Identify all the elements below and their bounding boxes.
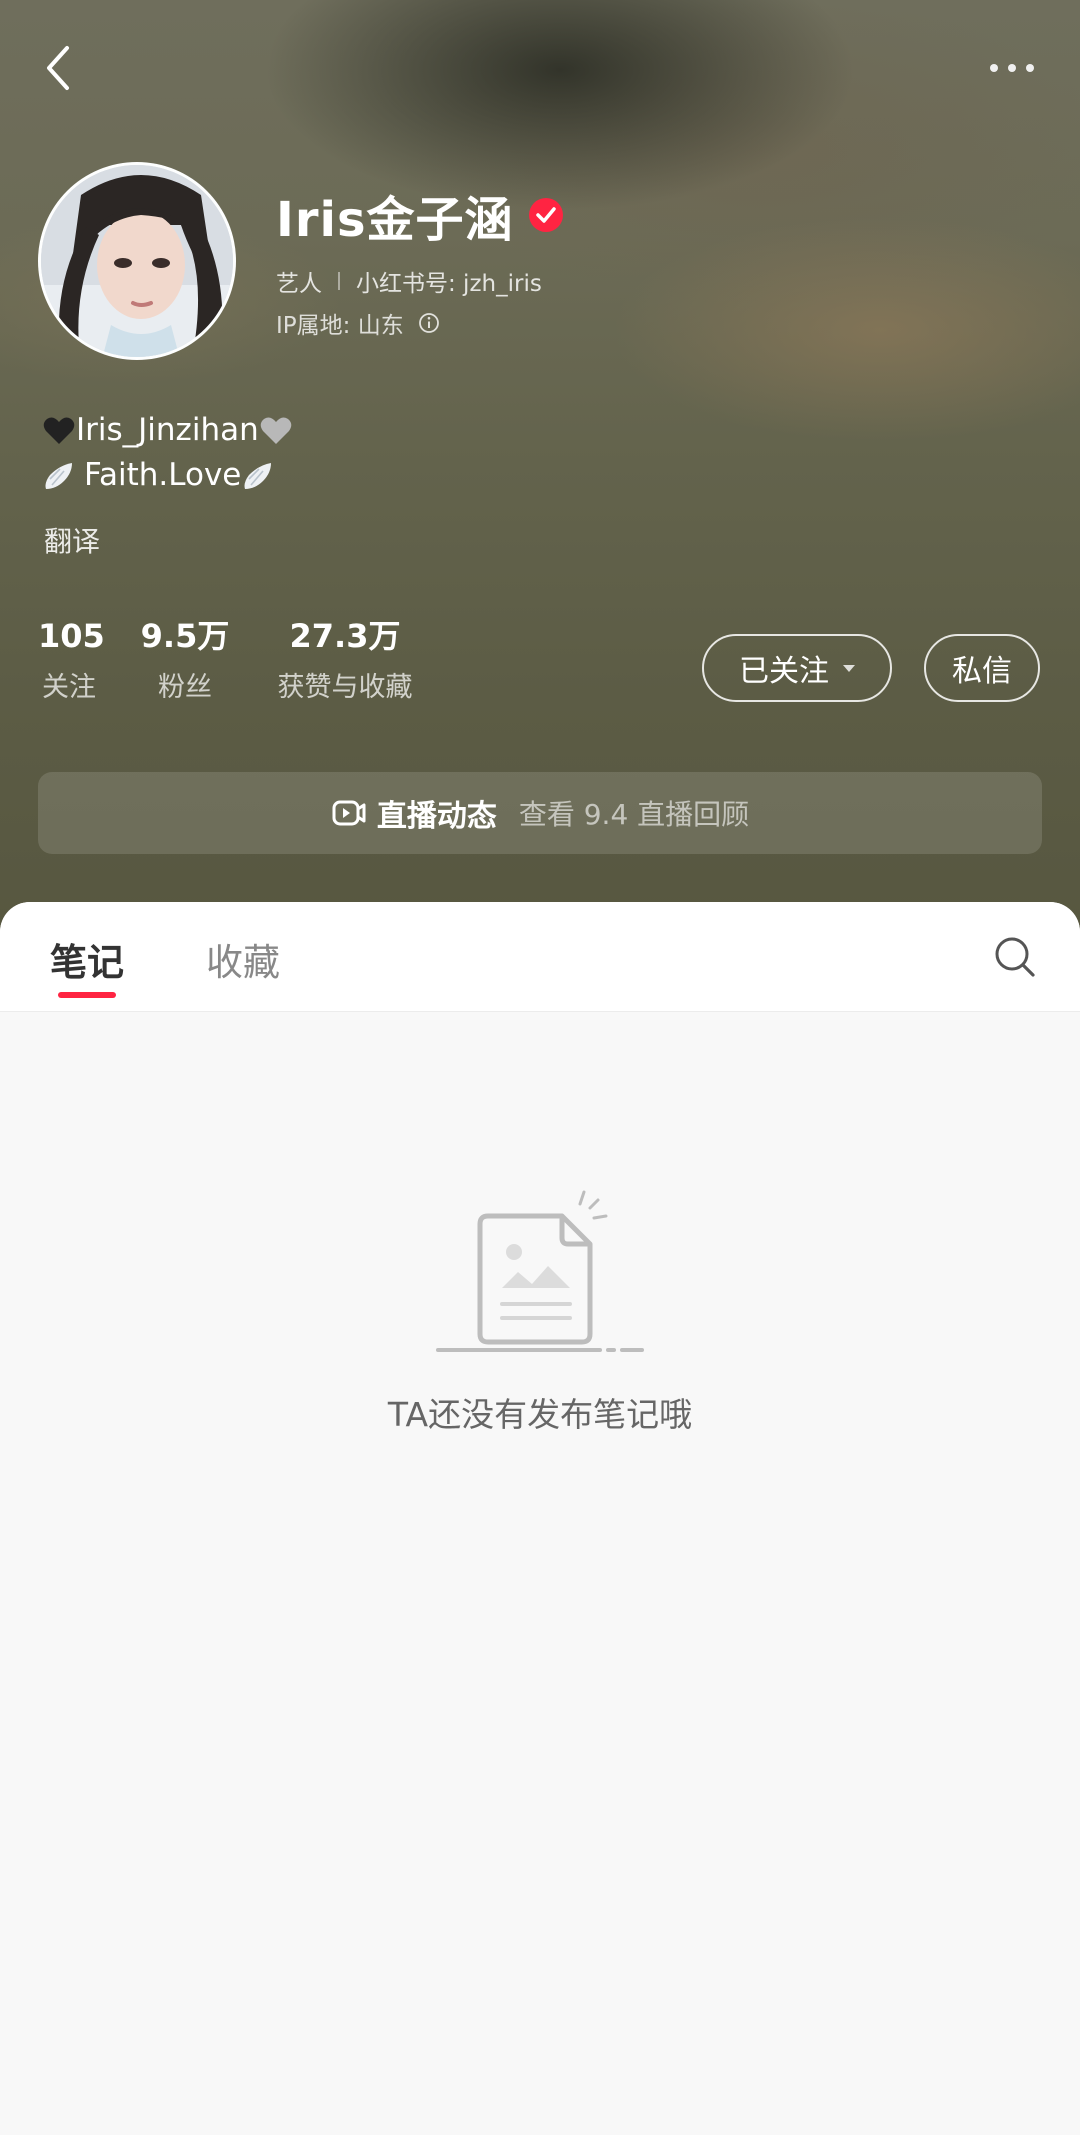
message-button[interactable]: 私信 <box>924 634 1040 702</box>
caret-down-icon <box>843 664 855 672</box>
white-heart-icon <box>260 417 292 444</box>
following-button[interactable]: 已关注 <box>702 634 892 702</box>
chevron-left-icon <box>47 46 69 90</box>
role-label: 艺人 <box>276 271 322 297</box>
verified-badge-icon <box>528 198 563 232</box>
more-options-button[interactable] <box>980 50 1044 86</box>
live-updates-bar[interactable]: 直播动态 查看 9.4 直播回顾 <box>38 772 1042 854</box>
nickname: Iris金子涵 <box>276 192 514 248</box>
nickname-row: Iris金子涵 <box>276 180 564 250</box>
info-icon[interactable] <box>418 312 440 334</box>
stat-label: 获赞与收藏 <box>277 672 413 703</box>
black-heart-icon <box>43 417 75 444</box>
tab-collections[interactable]: 收藏 <box>206 932 280 986</box>
ip-location-row: IP属地: 山东 <box>276 306 440 340</box>
profile-meta-row: 艺人 小红书号: jzh_iris <box>276 264 542 298</box>
stat-followers[interactable]: 9.5万 粉丝 <box>136 614 234 708</box>
stat-label: 关注 <box>42 672 96 703</box>
live-title: 直播动态 <box>376 799 497 834</box>
more-dot-icon <box>1008 64 1016 72</box>
message-label: 私信 <box>952 654 1012 689</box>
ip-location: IP属地: 山东 <box>276 313 404 339</box>
wing-icon <box>45 462 72 489</box>
tab-bar: 笔记 收藏 <box>0 902 1080 1012</box>
search-icon <box>995 937 1035 977</box>
avatar-photo <box>41 165 233 357</box>
more-dot-icon <box>990 64 998 72</box>
bio-line: Iris_Jinzihan <box>42 408 293 453</box>
redbook-id[interactable]: 小红书号: jzh_iris <box>356 264 542 298</box>
stat-value: 105 <box>38 617 105 655</box>
meta-divider <box>338 272 340 290</box>
translate-link[interactable]: 翻译 <box>44 520 100 560</box>
wing-icon <box>244 462 272 489</box>
avatar[interactable] <box>38 162 236 360</box>
active-tab-indicator <box>58 992 116 998</box>
live-subtitle: 查看 9.4 直播回顾 <box>518 798 750 831</box>
bio-text: Iris_Jinzihan <box>76 412 259 448</box>
more-dot-icon <box>1026 64 1034 72</box>
empty-document-icon <box>436 1190 644 1352</box>
tab-notes[interactable]: 笔记 <box>50 932 124 986</box>
bio-line: Faith.Love <box>42 453 293 498</box>
stat-label: 粉丝 <box>158 672 212 703</box>
back-button[interactable] <box>34 36 82 100</box>
search-button[interactable] <box>990 932 1040 982</box>
stat-value: 9.5万 <box>140 617 230 655</box>
stat-likes-collections[interactable]: 27.3万 获赞与收藏 <box>270 614 420 708</box>
empty-state-message: TA还没有发布笔记哦 <box>387 1395 693 1434</box>
content-sheet: 笔记 收藏 <box>0 902 1080 2135</box>
live-video-icon <box>332 800 366 826</box>
stat-value: 27.3万 <box>289 617 401 655</box>
bio: Iris_Jinzihan Faith.Love <box>42 408 293 498</box>
stat-following[interactable]: 105 关注 <box>38 614 105 708</box>
bio-text: Faith.Love <box>84 457 242 493</box>
following-label: 已关注 <box>739 654 829 689</box>
